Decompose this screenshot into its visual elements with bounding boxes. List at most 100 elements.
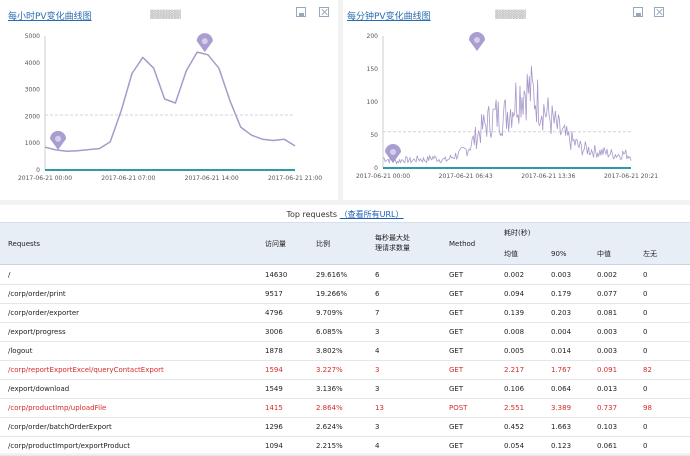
y-tick-label: 0 (374, 165, 378, 172)
x-tick-label: 2017-06-21 20:21 (604, 173, 658, 180)
table-row[interactable]: /corp/order/batchOrderExport 1296 2.624% 3 G… (0, 418, 690, 437)
none-cell: 0 (643, 271, 648, 279)
concurrency-cell: 3 (375, 385, 380, 393)
col-concurrency-line1[interactable]: 每秒最大处 (375, 234, 410, 243)
median-cell: 0.737 (597, 404, 618, 412)
none-cell: 82 (643, 366, 652, 374)
caption-text: Top requests (286, 210, 338, 219)
table-row[interactable]: /corp/productImp/uploadFile 1415 2.864% 13 P… (0, 399, 690, 418)
y-tick-label: 200 (367, 33, 379, 40)
p90-cell: 0.003 (551, 271, 572, 279)
concurrency-cell: 6 (375, 290, 380, 298)
table-row[interactable]: /corp/reportExportExcel/queryContactExpo… (0, 361, 690, 380)
table-row[interactable]: /export/progress 3006 6.085% 3 GET 0.008 0.004… (0, 323, 690, 342)
mean-cell: 0.139 (504, 309, 525, 317)
y-tick-label: 5000 (25, 33, 40, 40)
table-row[interactable]: /export/download 1549 3.136% 3 GET 0.106 0.064… (0, 380, 690, 399)
request-cell[interactable]: /logout (8, 347, 33, 356)
table-row[interactable]: /corp/order/exporter 4796 9.709% 7 GET 0.139 0… (0, 304, 690, 323)
method-cell: GET (449, 423, 464, 431)
p90-cell: 1.767 (551, 366, 572, 374)
none-cell: 0 (643, 309, 648, 317)
request-cell[interactable]: /corp/order/batchOrderExport (8, 423, 112, 432)
x-tick-label: 2017-06-21 00:00 (18, 175, 72, 182)
col-concurrency-line2[interactable]: 理请求数量 (375, 244, 410, 253)
table-row[interactable]: /corp/order/print 9517 19.266% 6 GET 0.094 0.1… (0, 285, 690, 304)
request-cell[interactable]: /export/progress (8, 328, 66, 337)
concurrency-cell: 4 (375, 442, 380, 450)
p90-cell: 3.389 (551, 404, 572, 412)
table-row[interactable]: /logout 1878 3.802% 4 GET 0.005 0.014 0.003 0 (0, 342, 690, 361)
minute-pv-chart-panel: 每分钟PV变化曲线图 ▓▓▓▓▓ 200 150 100 50 0 2017-06-21 … (343, 0, 690, 200)
mean-cell: 0.005 (504, 347, 525, 355)
visits-cell: 1549 (265, 385, 283, 393)
request-cell[interactable]: /corp/order/print (8, 290, 66, 299)
y-tick-label: 2000 (25, 113, 40, 120)
ratio-cell: 9.709% (316, 309, 343, 317)
request-cell[interactable]: /corp/reportExportExcel/queryContactExpo… (8, 366, 164, 375)
method-cell: GET (449, 442, 464, 450)
col-mean[interactable]: 均值 (504, 250, 518, 259)
concurrency-cell: 6 (375, 271, 380, 279)
method-cell: GET (449, 290, 464, 298)
marker-pin-center (201, 38, 208, 45)
median-cell: 0.091 (597, 366, 618, 374)
method-cell: POST (449, 404, 468, 412)
median-cell: 0.003 (597, 328, 618, 336)
col-method[interactable]: Method (449, 240, 475, 249)
series-line (44, 51, 296, 152)
median-cell: 0.077 (597, 290, 618, 298)
visits-cell: 1594 (265, 366, 283, 374)
y-tick-label: 1000 (25, 140, 40, 147)
request-cell[interactable]: /corp/productImp/uploadFile (8, 404, 106, 413)
col-p90[interactable]: 90% (551, 250, 567, 259)
concurrency-cell: 3 (375, 423, 380, 431)
col-visits[interactable]: 访问量 (265, 240, 286, 249)
median-cell: 0.103 (597, 423, 618, 431)
col-ratio[interactable]: 比例 (316, 240, 330, 249)
y-tick-label: 150 (367, 66, 379, 73)
request-cell[interactable]: / (8, 271, 10, 280)
top-requests-table: Top requests （查看所有URL） Requests 访问量 比例 每… (0, 205, 690, 456)
p90-cell: 0.203 (551, 309, 572, 317)
y-tick-label: 0 (36, 167, 40, 174)
median-cell: 0.002 (597, 271, 618, 279)
visits-cell: 4796 (265, 309, 283, 317)
method-cell: GET (449, 328, 464, 336)
ratio-cell: 6.085% (316, 328, 343, 336)
mean-cell: 0.452 (504, 423, 525, 431)
request-cell[interactable]: /corp/order/exporter (8, 309, 79, 318)
y-tick-label: 50 (370, 132, 378, 139)
method-cell: GET (449, 366, 464, 374)
ratio-cell: 3.136% (316, 385, 343, 393)
concurrency-cell: 3 (375, 366, 380, 374)
col-none[interactable]: 左无 (643, 250, 657, 259)
col-requests[interactable]: Requests (8, 240, 40, 249)
table-row[interactable]: /corp/productImport/exportProduct 1094 2.2… (0, 437, 690, 456)
none-cell: 0 (643, 442, 648, 450)
method-cell: GET (449, 309, 464, 317)
request-cell[interactable]: /corp/productImport/exportProduct (8, 442, 130, 451)
concurrency-cell: 7 (375, 309, 380, 317)
mean-cell: 0.002 (504, 271, 525, 279)
y-tick-label: 4000 (25, 60, 40, 67)
mean-cell: 2.217 (504, 366, 525, 374)
p90-cell: 0.064 (551, 385, 572, 393)
method-cell: GET (449, 271, 464, 279)
none-cell: 0 (643, 385, 648, 393)
p90-cell: 0.014 (551, 347, 572, 355)
hourly-pv-chart: 5000 4000 3000 2000 1000 02017-06-21 00:00 201… (18, 33, 322, 182)
view-all-urls-link[interactable]: （查看所有URL） (340, 210, 404, 219)
median-cell: 0.013 (597, 385, 618, 393)
none-cell: 0 (643, 423, 648, 431)
table-caption: Top requests （查看所有URL） (0, 209, 690, 220)
marker-pin-center (474, 37, 480, 43)
median-cell: 0.061 (597, 442, 618, 450)
col-median[interactable]: 中值 (597, 250, 611, 259)
ratio-cell: 3.227% (316, 366, 343, 374)
request-cell[interactable]: /export/download (8, 385, 69, 394)
none-cell: 0 (643, 290, 648, 298)
x-tick-label: 2017-06-21 13:36 (521, 173, 575, 180)
table-row[interactable]: / 14630 29.616% 6 GET 0.002 0.003 0.002 0 (0, 266, 690, 285)
mean-cell: 0.054 (504, 442, 525, 450)
